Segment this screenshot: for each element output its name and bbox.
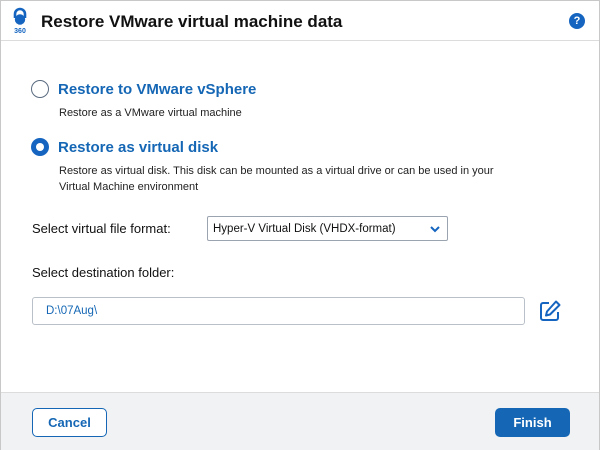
option-description-virtual-disk: Restore as virtual disk. This disk can b… <box>59 163 559 195</box>
option-restore-virtual-disk[interactable]: Restore as virtual disk <box>31 138 218 156</box>
restore-dialog: 360 Restore VMware virtual machine data … <box>0 0 600 450</box>
cancel-button[interactable]: Cancel <box>32 408 107 437</box>
chevron-down-icon <box>430 226 440 233</box>
finish-button[interactable]: Finish <box>495 408 570 437</box>
format-select[interactable]: Hyper-V Virtual Disk (VHDX-format) <box>207 216 448 241</box>
option-label-virtual-disk[interactable]: Restore as virtual disk <box>58 139 218 156</box>
destination-path-field[interactable]: D:\07Aug\ <box>32 297 525 325</box>
dialog-title: Restore VMware virtual machine data <box>41 12 343 31</box>
description-line-1: Restore as virtual disk. This disk can b… <box>59 165 494 177</box>
option-description-vsphere: Restore as a VMware virtual machine <box>59 107 242 119</box>
logo-text: 360 <box>14 28 26 35</box>
option-restore-vsphere[interactable]: Restore to VMware vSphere <box>31 80 256 98</box>
radio-restore-vsphere[interactable] <box>31 80 49 98</box>
format-select-value: Hyper-V Virtual Disk (VHDX-format) <box>213 223 396 235</box>
edit-icon[interactable] <box>538 299 562 323</box>
option-label-vsphere[interactable]: Restore to VMware vSphere <box>58 81 256 98</box>
radio-restore-virtual-disk[interactable] <box>31 138 49 156</box>
format-label: Select virtual file format: <box>32 221 171 236</box>
title-bar: 360 Restore VMware virtual machine data … <box>1 1 599 41</box>
destination-label: Select destination folder: <box>32 265 175 280</box>
help-icon[interactable]: ? <box>569 13 585 29</box>
description-line-2: Virtual Machine environment <box>59 181 199 193</box>
dialog-footer: Cancel Finish <box>1 392 599 450</box>
lock-360-icon: 360 <box>13 7 27 35</box>
